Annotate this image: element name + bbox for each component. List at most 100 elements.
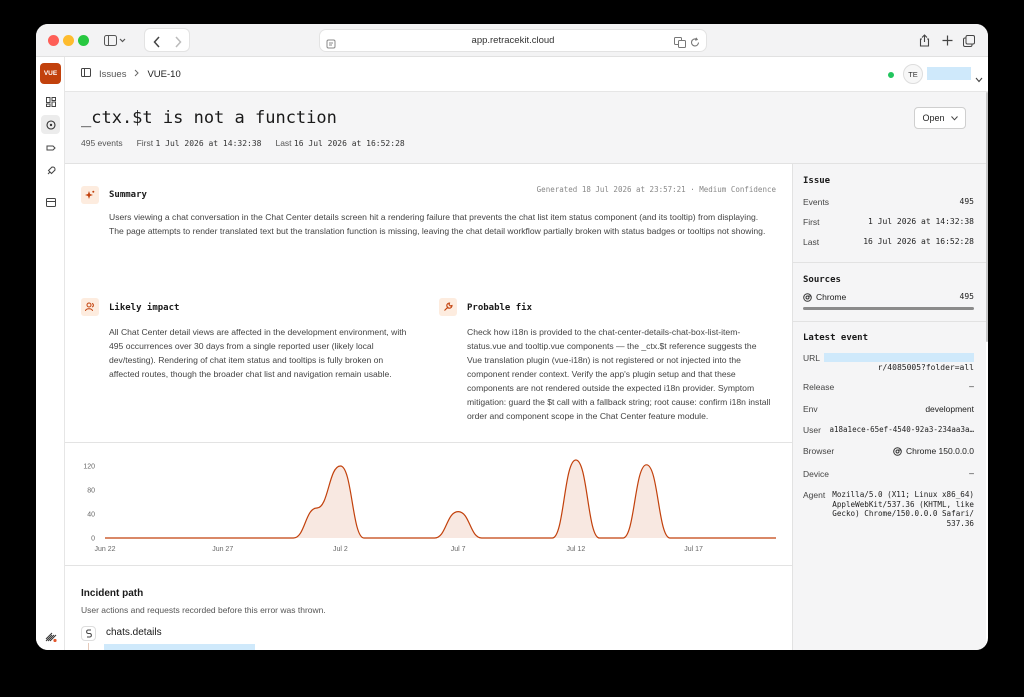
- fix-text: Check how i18n is provided to the chat-c…: [467, 327, 771, 421]
- user-value: a18a1ece-65ef-4540-92a3-234aa3a…: [829, 425, 975, 434]
- device-row: Device —: [803, 469, 974, 479]
- url-label: URL: [803, 353, 821, 363]
- divider: [65, 442, 792, 443]
- incident-step[interactable]: chats.details: [106, 627, 162, 638]
- summary-text: Users viewing a chat conversation in the…: [109, 212, 766, 236]
- chrome-icon: [803, 292, 812, 302]
- source-share-bar: [803, 307, 974, 310]
- series-area: [105, 460, 776, 538]
- agent-line: 537.36: [946, 518, 974, 528]
- x-tick-label: Jul 12: [567, 546, 586, 553]
- incident-subtitle: User actions and requests recorded befor…: [81, 605, 326, 615]
- close-window-button[interactable]: [48, 35, 59, 46]
- timeline-line: [88, 643, 89, 650]
- last-seen-value: 16 Jul 2026 at 16:52:28: [293, 139, 405, 148]
- latest-event-heading: Latest event: [803, 333, 869, 343]
- status-dropdown[interactable]: Open: [914, 107, 966, 129]
- impact-heading: Likely impact: [109, 303, 180, 313]
- details-panel: Issue Events 495 First 1 Jul 2026 at 14:32…: [792, 164, 986, 650]
- url-row: URL: [803, 353, 974, 363]
- issue-section-heading: Issue: [803, 176, 831, 186]
- sparkle-icon: [81, 186, 99, 204]
- source-name: Chrome: [816, 292, 847, 302]
- dashboard-icon[interactable]: [41, 92, 60, 111]
- forward-icon[interactable]: [170, 31, 186, 52]
- device-label: Device: [803, 469, 829, 479]
- status-label: Open: [922, 113, 945, 123]
- scrollbar[interactable]: [986, 92, 988, 342]
- browser-toolbar: app.retracekit.cloud: [36, 24, 988, 57]
- panel-toggle-icon[interactable]: [81, 68, 91, 80]
- agent-row: Agent Mozilla/5.0 (X11; Linux x86_64) Ap…: [803, 490, 974, 528]
- chevron-down-icon: [950, 115, 958, 121]
- reload-icon[interactable]: [690, 35, 700, 53]
- y-tick-label: 120: [83, 464, 95, 471]
- first-seen-label: First: [136, 138, 154, 148]
- url-text[interactable]: app.retracekit.cloud: [320, 35, 706, 46]
- x-tick-label: Jul 7: [451, 546, 466, 553]
- summary-heading: Summary: [109, 190, 147, 200]
- user-name-redacted[interactable]: [927, 67, 971, 80]
- chevron-down-icon[interactable]: [975, 70, 983, 88]
- x-tick-label: Jul 2: [333, 546, 348, 553]
- settings-icon[interactable]: [41, 626, 60, 645]
- sources-heading: Sources: [803, 275, 841, 285]
- env-row: Env development: [803, 404, 974, 414]
- users-icon: [81, 298, 99, 316]
- env-value: development: [925, 404, 974, 414]
- minimize-window-button[interactable]: [63, 35, 74, 46]
- issues-icon[interactable]: [41, 115, 60, 134]
- billing-icon[interactable]: [41, 193, 60, 212]
- sidebar-toggle-icon[interactable]: [100, 30, 130, 51]
- releases-icon[interactable]: [41, 138, 60, 157]
- release-value: —: [969, 382, 974, 391]
- breadcrumb: Issues VUE-10: [81, 68, 181, 80]
- release-row: Release —: [803, 382, 974, 392]
- events-label: Events: [803, 197, 829, 207]
- user-avatar[interactable]: TE: [903, 64, 923, 84]
- x-tick-label: Jun 27: [212, 546, 233, 553]
- online-status-dot: [888, 72, 894, 78]
- breadcrumb-issues[interactable]: Issues: [99, 69, 126, 80]
- issue-header: _ctx.$t is not a function 495 events Fir…: [65, 92, 986, 164]
- zoom-window-button[interactable]: [78, 35, 89, 46]
- user-row: User a18a1ece-65ef-4540-92a3-234aa3a…: [803, 425, 974, 435]
- url-value-row: r/4085005?folder=all: [803, 363, 974, 372]
- y-tick-label: 0: [91, 536, 95, 543]
- first-seen-value: 1 Jul 2026 at 14:32:38: [155, 139, 262, 148]
- url-value[interactable]: r/4085005?folder=all: [878, 363, 974, 372]
- translate-icon[interactable]: [674, 35, 686, 53]
- back-icon[interactable]: [149, 31, 165, 52]
- agent-line: Mozilla/5.0 (X11; Linux x86_64): [832, 490, 974, 499]
- events-chart: 0 40 80 120 Jun 22 Jun 27 Jul 2 Jul 7 Jul 12 Jul …: [83, 459, 776, 553]
- source-row: Chrome 495: [803, 292, 974, 302]
- address-bar[interactable]: app.retracekit.cloud: [319, 29, 707, 52]
- url-redacted: [824, 353, 974, 362]
- divider: [793, 321, 986, 322]
- deploy-icon[interactable]: [41, 161, 60, 180]
- share-icon[interactable]: [916, 30, 932, 51]
- route-icon: [81, 626, 96, 641]
- browser-label: Browser: [803, 446, 835, 456]
- x-tick-label: Jun 22: [94, 546, 115, 553]
- agent-label: Agent: [803, 490, 826, 500]
- project-logo[interactable]: VUE: [40, 63, 61, 84]
- y-tick-label: 80: [87, 488, 95, 495]
- impact-text: All Chat Center detail views are affecte…: [109, 327, 407, 379]
- device-value: —: [969, 469, 974, 478]
- breadcrumb-current: VUE-10: [147, 68, 181, 80]
- tab-overview-icon[interactable]: [961, 30, 977, 51]
- agent-line: AppleWebKit/537.36 (KHTML, like: [832, 499, 974, 509]
- main-content: Summary Generated 18 Jul 2026 at 23:57:2…: [65, 164, 792, 650]
- source-count: 495: [959, 292, 974, 301]
- new-tab-icon[interactable]: [939, 30, 955, 51]
- avatar-initials: TE: [908, 69, 918, 79]
- app-sidebar: VUE: [36, 57, 65, 650]
- browser-value: Chrome 150.0.0.0: [905, 446, 974, 456]
- last-label: Last: [803, 237, 820, 247]
- events-value: 495: [959, 197, 974, 206]
- first-value: 1 Jul 2026 at 14:32:38: [868, 217, 974, 226]
- events-row: Events 495: [803, 197, 974, 207]
- browser-window: app.retracekit.cloud VUE Issues VUE-10 T…: [36, 24, 988, 650]
- page-title: _ctx.$t is not a function: [81, 108, 337, 128]
